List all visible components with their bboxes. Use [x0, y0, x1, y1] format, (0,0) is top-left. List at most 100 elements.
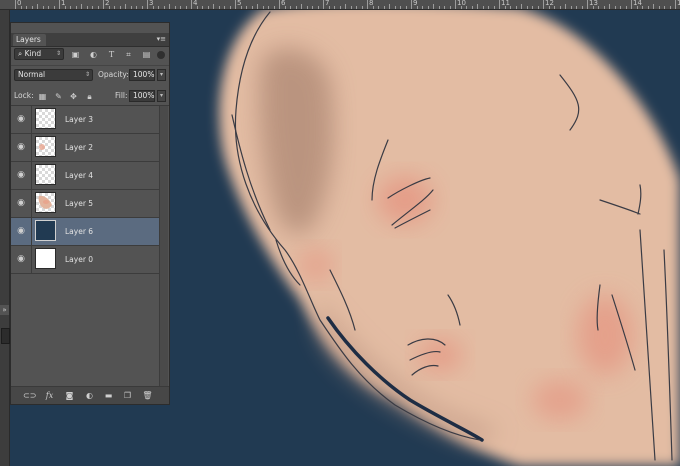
ruler-minor-tick: [75, 6, 77, 9]
smart-object-filter-icon[interactable]: ▤: [142, 50, 151, 59]
layer-name[interactable]: Layer 3: [65, 106, 93, 133]
ruler-minor-tick: [471, 6, 473, 9]
layer-name[interactable]: Layer 2: [65, 134, 93, 161]
layers-panel: Layers ▾≡ ⌕ Kind ⇕ ▣ ◐ T ⌗ ▤ Normal ⇕ Op…: [10, 22, 170, 405]
ruler-minor-tick: [449, 6, 451, 9]
ruler-minor-tick: [257, 4, 258, 9]
layer-list-scrollbar[interactable]: [159, 106, 168, 386]
image-filter-icon[interactable]: ▣: [71, 50, 80, 59]
ruler-minor-tick: [532, 6, 533, 9]
lock-all-icon[interactable]: 🔒︎: [85, 92, 94, 101]
layer-name[interactable]: Layer 5: [65, 190, 93, 217]
ruler-minor-tick: [158, 6, 159, 9]
lock-position-icon[interactable]: ✥: [69, 92, 78, 101]
visibility-eye-icon[interactable]: ◉: [11, 190, 32, 217]
opacity-dropdown[interactable]: ▾: [157, 69, 166, 81]
ruler-minor-tick: [658, 6, 660, 9]
layer-row[interactable]: ◉ Layer 5: [11, 190, 160, 218]
layer-name[interactable]: Layer 6: [65, 218, 93, 245]
type-filter-icon[interactable]: T: [107, 50, 116, 59]
layer-row[interactable]: ◉ Layer 3: [11, 106, 160, 134]
ruler-minor-tick: [614, 6, 616, 9]
ruler-minor-tick: [312, 6, 313, 9]
add-mask-icon[interactable]: ◙: [64, 390, 75, 401]
layer-row[interactable]: ◉ Layer 0: [11, 246, 160, 274]
fill-label: Fill:: [115, 91, 128, 100]
filter-toggle-icon[interactable]: [157, 51, 165, 59]
ruler-minor-tick: [284, 6, 286, 9]
lock-image-pixels-icon[interactable]: ✎: [54, 92, 63, 101]
panel-menu-icon[interactable]: ▾≡: [157, 34, 166, 45]
visibility-eye-icon[interactable]: ◉: [11, 134, 32, 161]
ruler-minor-tick: [97, 6, 99, 9]
ruler-minor-tick: [37, 4, 38, 9]
ruler-minor-tick: [400, 6, 401, 9]
ruler-minor-tick: [152, 6, 154, 9]
ruler-minor-tick: [125, 4, 126, 9]
ruler-minor-tick: [554, 6, 555, 9]
ruler-minor-tick: [328, 6, 330, 9]
fill-input[interactable]: 100%: [129, 90, 155, 102]
ruler-minor-tick: [295, 6, 297, 9]
ruler-minor-tick: [42, 6, 44, 9]
blend-mode-select[interactable]: Normal ⇕: [14, 69, 93, 81]
ruler-major-tick: [543, 0, 544, 9]
ruler-minor-tick: [218, 6, 220, 9]
chevron-updown-icon: ⇕: [55, 50, 61, 57]
ruler-minor-tick: [240, 6, 242, 9]
layers-bottom-bar: ⊂⊃ fx ◙ ◐ ▬ ❐ 🗑︎: [11, 386, 169, 404]
ruler-minor-tick: [48, 6, 49, 9]
visibility-eye-icon[interactable]: ◉: [11, 246, 32, 273]
new-layer-icon[interactable]: ❐: [122, 390, 133, 401]
visibility-eye-icon[interactable]: ◉: [11, 106, 32, 133]
new-group-icon[interactable]: ▬: [103, 390, 114, 401]
ruler-minor-tick: [620, 6, 621, 9]
ruler-minor-tick: [306, 6, 308, 9]
horizontal-ruler[interactable]: 0123456789101112131415: [0, 0, 680, 10]
lock-transparent-pixels-icon[interactable]: ▦: [38, 92, 47, 101]
opacity-input[interactable]: 100%: [129, 69, 155, 81]
ruler-minor-tick: [598, 6, 599, 9]
ruler-minor-tick: [345, 4, 346, 9]
layer-thumbnail: [35, 164, 56, 185]
ruler-minor-tick: [609, 4, 610, 9]
expand-panels-icon[interactable]: »: [0, 305, 9, 315]
ruler-minor-tick: [163, 6, 165, 9]
adjustment-layer-icon[interactable]: ◐: [84, 390, 95, 401]
tab-layers[interactable]: Layers: [13, 34, 46, 46]
ruler-minor-tick: [174, 6, 176, 9]
ruler-minor-tick: [31, 6, 33, 9]
layer-row[interactable]: ◉ Layer 4: [11, 162, 160, 190]
ruler-minor-tick: [20, 6, 22, 9]
search-icon: ⌕: [18, 49, 25, 58]
ruler-minor-tick: [460, 6, 462, 9]
adjustment-filter-icon[interactable]: ◐: [89, 50, 98, 59]
ruler-minor-tick: [515, 6, 517, 9]
link-layers-icon[interactable]: ⊂⊃: [23, 390, 36, 401]
vertical-ruler[interactable]: [0, 10, 10, 466]
ruler-major-tick: [103, 0, 104, 9]
layer-style-icon[interactable]: fx: [44, 390, 55, 401]
ruler-minor-tick: [372, 6, 374, 9]
tool-panel-handle[interactable]: [1, 328, 10, 344]
shape-filter-icon[interactable]: ⌗: [124, 50, 133, 59]
filter-kind-select[interactable]: ⌕ Kind ⇕: [14, 48, 64, 60]
fill-dropdown[interactable]: ▾: [157, 90, 166, 102]
layer-name[interactable]: Layer 4: [65, 162, 93, 189]
delete-layer-icon[interactable]: 🗑︎: [142, 390, 153, 401]
layer-row[interactable]: ◉ Layer 2: [11, 134, 160, 162]
ruler-major-tick: [147, 0, 148, 9]
visibility-eye-icon[interactable]: ◉: [11, 162, 32, 189]
ruler-minor-tick: [268, 6, 269, 9]
layer-name[interactable]: Layer 0: [65, 246, 93, 273]
ruler-minor-tick: [64, 6, 66, 9]
ruler-minor-tick: [169, 4, 170, 9]
ruler-minor-tick: [317, 6, 319, 9]
ruler-major-tick: [499, 0, 500, 9]
ruler-minor-tick: [592, 6, 594, 9]
layer-row-selected[interactable]: ◉ Layer 6: [11, 218, 160, 246]
panel-tab-row: Layers ▾≡: [11, 33, 169, 47]
ruler-major-tick: [59, 0, 60, 9]
visibility-eye-icon[interactable]: ◉: [11, 218, 32, 245]
ruler-minor-tick: [207, 6, 209, 9]
